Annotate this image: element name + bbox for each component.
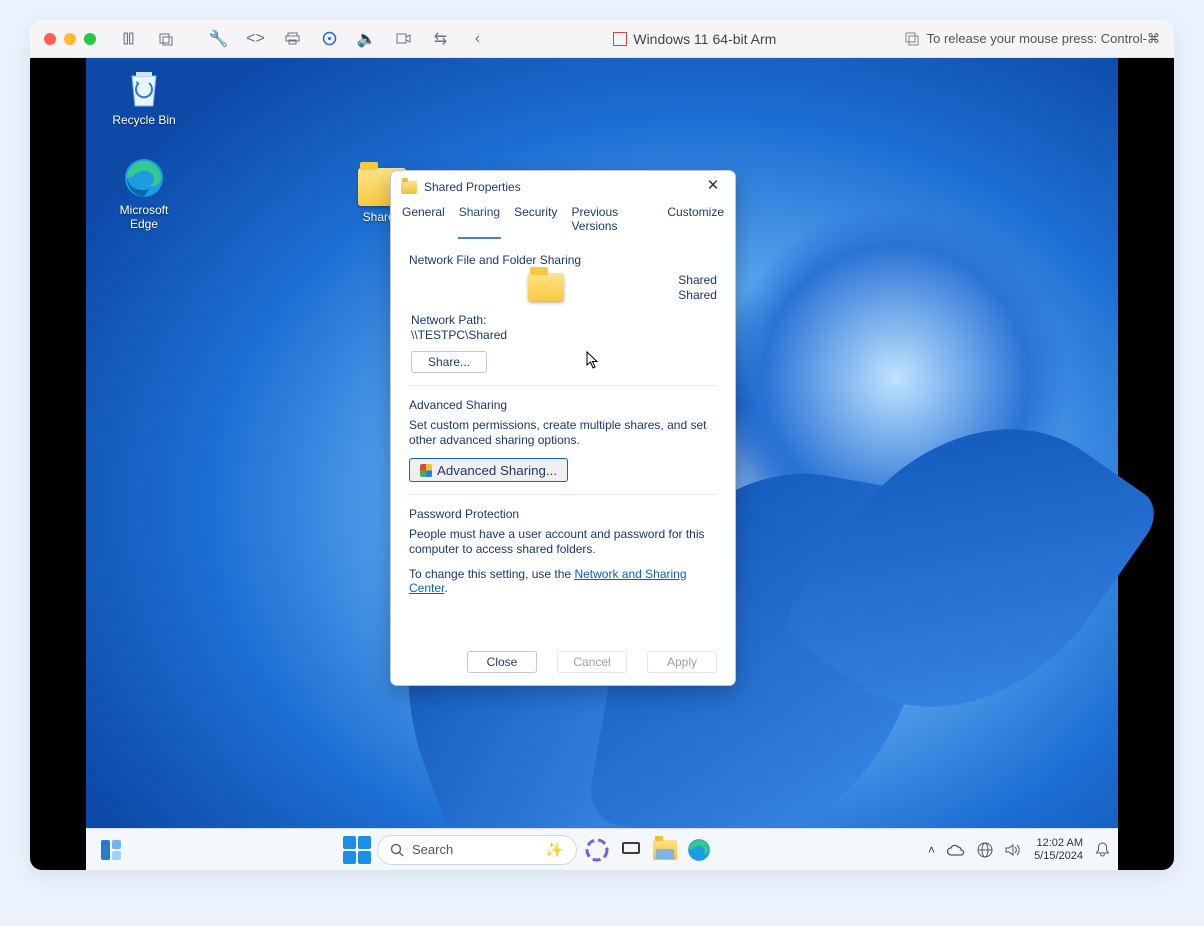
close-dot[interactable] xyxy=(44,33,56,45)
share-name: Shared xyxy=(678,273,717,288)
recycle-bin-icon xyxy=(122,66,166,110)
nfs-heading: Network File and Folder Sharing xyxy=(409,253,717,267)
folder-icon xyxy=(401,181,417,194)
advanced-heading: Advanced Sharing xyxy=(409,398,717,412)
maximize-dot[interactable] xyxy=(84,33,96,45)
pause-icon[interactable] xyxy=(121,31,136,46)
search-placeholder: Search xyxy=(412,842,453,857)
notifications-icon[interactable] xyxy=(1095,842,1110,858)
clock[interactable]: 12:02 AM 5/15/2024 xyxy=(1034,837,1083,863)
password-desc: People must have a user account and pass… xyxy=(409,527,717,557)
taskbar: Search ✨ xyxy=(86,828,1118,870)
mouse-release-hint: To release your mouse press: Control-⌘ xyxy=(927,31,1160,47)
folder-icon xyxy=(528,273,564,301)
task-view-icon[interactable] xyxy=(617,836,645,864)
vm-title: Windows 11 64-bit Arm xyxy=(492,31,898,47)
chevron-up-icon[interactable]: ˄ xyxy=(928,843,935,857)
cancel-button: Cancel xyxy=(557,651,627,673)
traffic-lights xyxy=(44,33,96,45)
tab-general[interactable]: General xyxy=(401,203,446,239)
icon-label: Recycle Bin xyxy=(106,113,182,127)
search-decor-icon: ✨ xyxy=(545,841,564,859)
password-change-line: To change this setting, use the Network … xyxy=(409,567,717,595)
share-state: Shared xyxy=(678,288,717,303)
recycle-bin[interactable]: Recycle Bin xyxy=(106,66,182,127)
code-icon[interactable]: <> xyxy=(248,31,263,46)
disc-icon[interactable] xyxy=(322,31,337,46)
minimize-dot[interactable] xyxy=(64,33,76,45)
tab-sharing[interactable]: Sharing xyxy=(458,203,501,239)
shield-icon xyxy=(420,464,432,477)
advanced-desc: Set custom permissions, create multiple … xyxy=(409,418,717,448)
search-box[interactable]: Search ✨ xyxy=(377,835,577,865)
windows-desktop[interactable]: Recycle Bin Microsoft Edge Shared Shared… xyxy=(86,58,1118,870)
mouse-cursor xyxy=(586,351,601,370)
volume-icon[interactable] xyxy=(1005,843,1022,857)
vm-toolbar: 🔧 <> 🔈 ⇆ ‹ Windows 11 64-bit Arm To rele… xyxy=(30,20,1174,58)
start-button[interactable] xyxy=(343,836,371,864)
printer-icon[interactable] xyxy=(285,31,300,46)
dialog-tabs: General Sharing Security Previous Versio… xyxy=(391,203,735,239)
wrench-icon[interactable]: 🔧 xyxy=(211,31,226,46)
back-icon[interactable]: ‹ xyxy=(470,31,485,46)
copy-icon[interactable] xyxy=(905,31,920,46)
camera-icon[interactable] xyxy=(396,31,411,46)
dialog-footer: Close Cancel Apply xyxy=(391,643,735,685)
file-explorer-icon[interactable] xyxy=(651,836,679,864)
snapshot-icon[interactable] xyxy=(158,31,173,46)
password-heading: Password Protection xyxy=(409,507,717,521)
onedrive-icon[interactable] xyxy=(947,844,965,856)
apply-button: Apply xyxy=(647,651,717,673)
microsoft-edge[interactable]: Microsoft Edge xyxy=(106,156,182,231)
network-path-label: Network Path: xyxy=(411,313,717,328)
sound-icon[interactable]: 🔈 xyxy=(359,31,374,46)
advanced-sharing-button[interactable]: Advanced Sharing... xyxy=(409,458,568,482)
network-icon[interactable] xyxy=(977,842,993,858)
edge-taskbar-icon[interactable] xyxy=(685,836,713,864)
tab-customize[interactable]: Customize xyxy=(666,203,725,239)
close-button[interactable]: Close xyxy=(467,651,537,673)
copilot-icon[interactable] xyxy=(583,836,611,864)
edge-icon xyxy=(122,156,166,200)
network-path-value: \\TESTPC\Shared xyxy=(411,328,717,343)
tab-previous-versions[interactable]: Previous Versions xyxy=(570,203,654,239)
dialog-title: Shared Properties xyxy=(424,180,521,194)
tab-security[interactable]: Security xyxy=(513,203,558,239)
icon-label: Microsoft Edge xyxy=(106,203,182,231)
search-icon xyxy=(390,843,404,857)
dialog-titlebar[interactable]: Shared Properties ✕ xyxy=(391,171,735,203)
share-button[interactable]: Share... xyxy=(411,351,487,373)
widgets-button[interactable] xyxy=(94,833,128,867)
properties-dialog: Shared Properties ✕ General Sharing Secu… xyxy=(390,170,736,686)
close-icon[interactable]: ✕ xyxy=(699,176,727,198)
usb-icon[interactable]: ⇆ xyxy=(433,31,448,46)
